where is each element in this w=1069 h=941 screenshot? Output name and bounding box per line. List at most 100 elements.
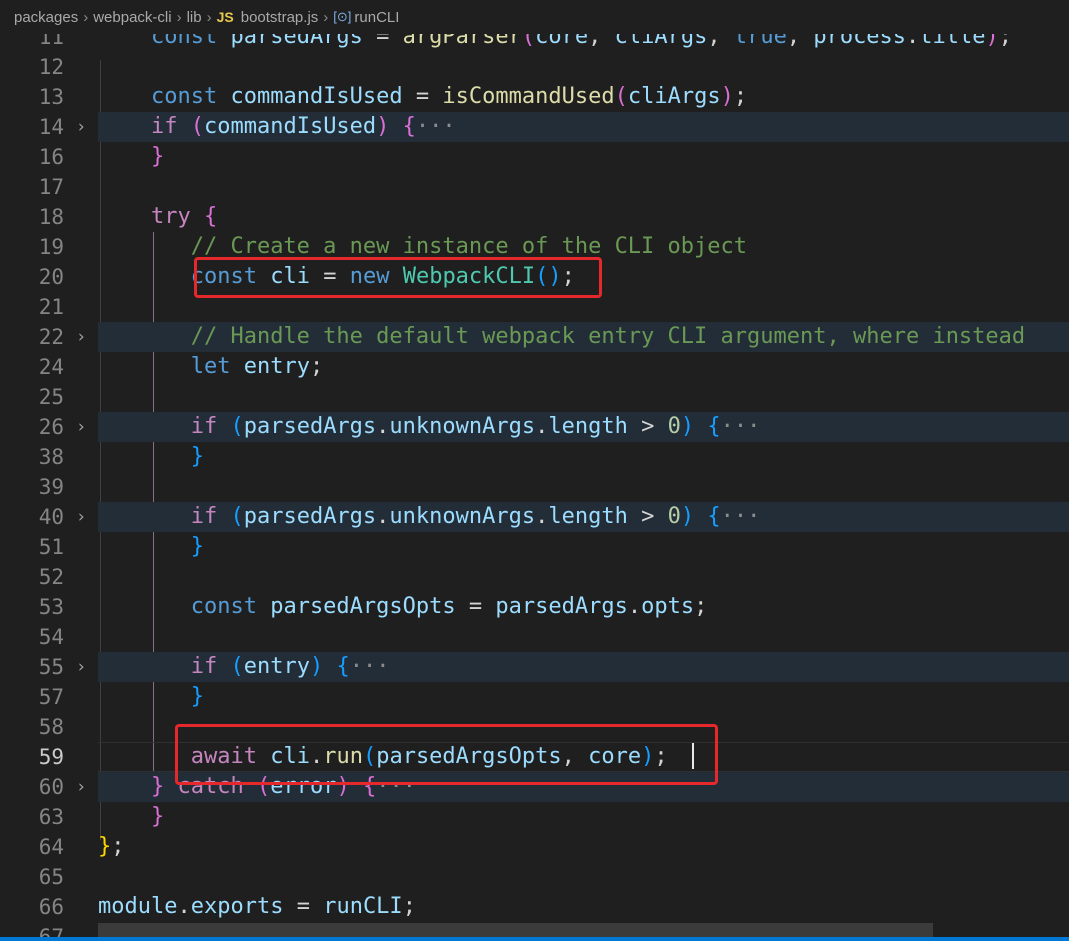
code-token: ; — [402, 894, 416, 919]
line-number: 19 — [38, 235, 64, 259]
code-line[interactable]: 40 › if (parsedArgs.unknownArgs.length > … — [0, 502, 1069, 532]
fold-chevron-icon[interactable]: › — [76, 322, 86, 352]
code-line[interactable]: 16 } — [0, 142, 1069, 172]
code-token: ; — [694, 594, 708, 619]
code-line[interactable]: 39 — [0, 472, 1069, 502]
code-token: parsedArgs — [243, 414, 377, 439]
line-number: 55 — [38, 655, 64, 679]
code-editor[interactable]: 11 const parsedArgs = argParser(core, cl… — [0, 0, 1069, 941]
line-background — [98, 442, 1069, 472]
line-number: 63 — [38, 805, 64, 829]
code-line[interactable]: 59 await cli.run(parsedArgsOpts, core); — [0, 742, 1069, 772]
code-token: ( — [230, 414, 244, 439]
code-line[interactable]: 64}; — [0, 832, 1069, 862]
code-token: } — [150, 804, 165, 829]
line-number: 53 — [38, 595, 64, 619]
code-line[interactable]: 12 — [0, 52, 1069, 82]
code-token: { — [707, 504, 721, 529]
fold-chevron-icon[interactable]: › — [76, 772, 86, 802]
code-line[interactable]: 63 } — [0, 802, 1069, 832]
code-line[interactable]: 52 — [0, 562, 1069, 592]
code-text: if (parsedArgs.unknownArgs.length > 0) {… — [98, 412, 761, 442]
breadcrumb-item-lib[interactable]: lib — [187, 9, 202, 26]
fold-chevron-icon[interactable]: › — [76, 502, 86, 532]
code-text: if (entry) {··· — [98, 652, 390, 682]
code-line[interactable]: 65 — [0, 862, 1069, 892]
code-text: } — [98, 682, 204, 712]
line-background — [98, 622, 1069, 652]
code-token: . — [376, 504, 390, 529]
code-token: ) — [720, 84, 734, 109]
code-token: 0 — [667, 414, 681, 439]
code-token: . — [535, 504, 549, 529]
code-line[interactable]: 26 › if (parsedArgs.unknownArgs.length > … — [0, 412, 1069, 442]
line-number: 26 — [38, 415, 64, 439]
breadcrumb-item-file[interactable]: bootstrap.js — [241, 9, 319, 26]
code-line[interactable]: 14 › if (commandIsUsed) {··· — [0, 112, 1069, 142]
code-token: } — [190, 534, 204, 559]
code-token: . — [177, 894, 191, 919]
fold-chevron-icon[interactable]: › — [76, 112, 86, 142]
code-line[interactable]: 54 — [0, 622, 1069, 652]
code-token: ) — [641, 744, 655, 769]
code-line[interactable]: 55 › if (entry) {··· — [0, 652, 1069, 682]
fold-chevron-icon[interactable]: › — [76, 652, 86, 682]
line-number: 12 — [38, 55, 64, 79]
code-line[interactable]: 18 try { — [0, 202, 1069, 232]
code-line[interactable]: 58 — [0, 712, 1069, 742]
folded-ellipsis[interactable]: ··· — [376, 774, 416, 799]
folded-ellipsis[interactable]: ··· — [416, 114, 456, 139]
fold-chevron-icon[interactable]: › — [76, 412, 86, 442]
code-text: await cli.run(parsedArgsOpts, core); — [98, 742, 668, 772]
code-line[interactable]: 24 let entry; — [0, 352, 1069, 382]
code-text: }; — [98, 832, 125, 862]
folded-ellipsis[interactable]: ··· — [721, 414, 761, 439]
horizontal-scrollbar[interactable] — [98, 923, 933, 937]
text-cursor — [692, 743, 694, 769]
code-token: parsedArgs — [243, 504, 377, 529]
breadcrumb-item-packages[interactable]: packages — [14, 9, 78, 26]
code-token: cli — [270, 264, 310, 289]
code-token: ) — [376, 114, 390, 139]
code-line[interactable]: 19 // Create a new instance of the CLI o… — [0, 232, 1069, 262]
code-line[interactable]: 66 module.exports = runCLI; — [0, 892, 1069, 922]
folded-ellipsis[interactable]: ··· — [350, 654, 390, 679]
code-line[interactable]: 51 } — [0, 532, 1069, 562]
line-background — [98, 292, 1069, 322]
code-line[interactable]: 13 const commandIsUsed = isCommandUsed(c… — [0, 82, 1069, 112]
line-background — [98, 202, 1069, 232]
code-line[interactable]: 60 › } catch (error) {··· — [0, 772, 1069, 802]
code-text: if (parsedArgs.unknownArgs.length > 0) {… — [98, 502, 761, 532]
code-line[interactable]: 22 › // Handle the default webpack entry … — [0, 322, 1069, 352]
code-token: } — [150, 144, 165, 169]
folded-ellipsis[interactable]: ··· — [721, 504, 761, 529]
code-line[interactable]: 21 — [0, 292, 1069, 322]
code-line[interactable]: 57 } — [0, 682, 1069, 712]
code-line[interactable]: 17 — [0, 172, 1069, 202]
code-token: // Create a new instance of the CLI obje… — [190, 234, 748, 259]
code-token: await — [190, 744, 257, 769]
code-line[interactable]: 53 const parsedArgsOpts = parsedArgs.opt… — [0, 592, 1069, 622]
code-line[interactable]: 38 } — [0, 442, 1069, 472]
code-token: = — [455, 594, 496, 619]
breadcrumb-item-webpack-cli[interactable]: webpack-cli — [93, 9, 171, 26]
line-background — [98, 382, 1069, 412]
line-number: 64 — [38, 835, 64, 859]
code-token: parsedArgsOpts — [270, 594, 456, 619]
line-background — [98, 52, 1069, 82]
code-line[interactable]: 20 const cli = new WebpackCLI(); — [0, 262, 1069, 292]
breadcrumb-item-symbol[interactable]: runCLI — [354, 9, 399, 26]
code-line[interactable]: 25 — [0, 382, 1069, 412]
code-token: const — [190, 594, 257, 619]
code-token: ) — [336, 774, 350, 799]
